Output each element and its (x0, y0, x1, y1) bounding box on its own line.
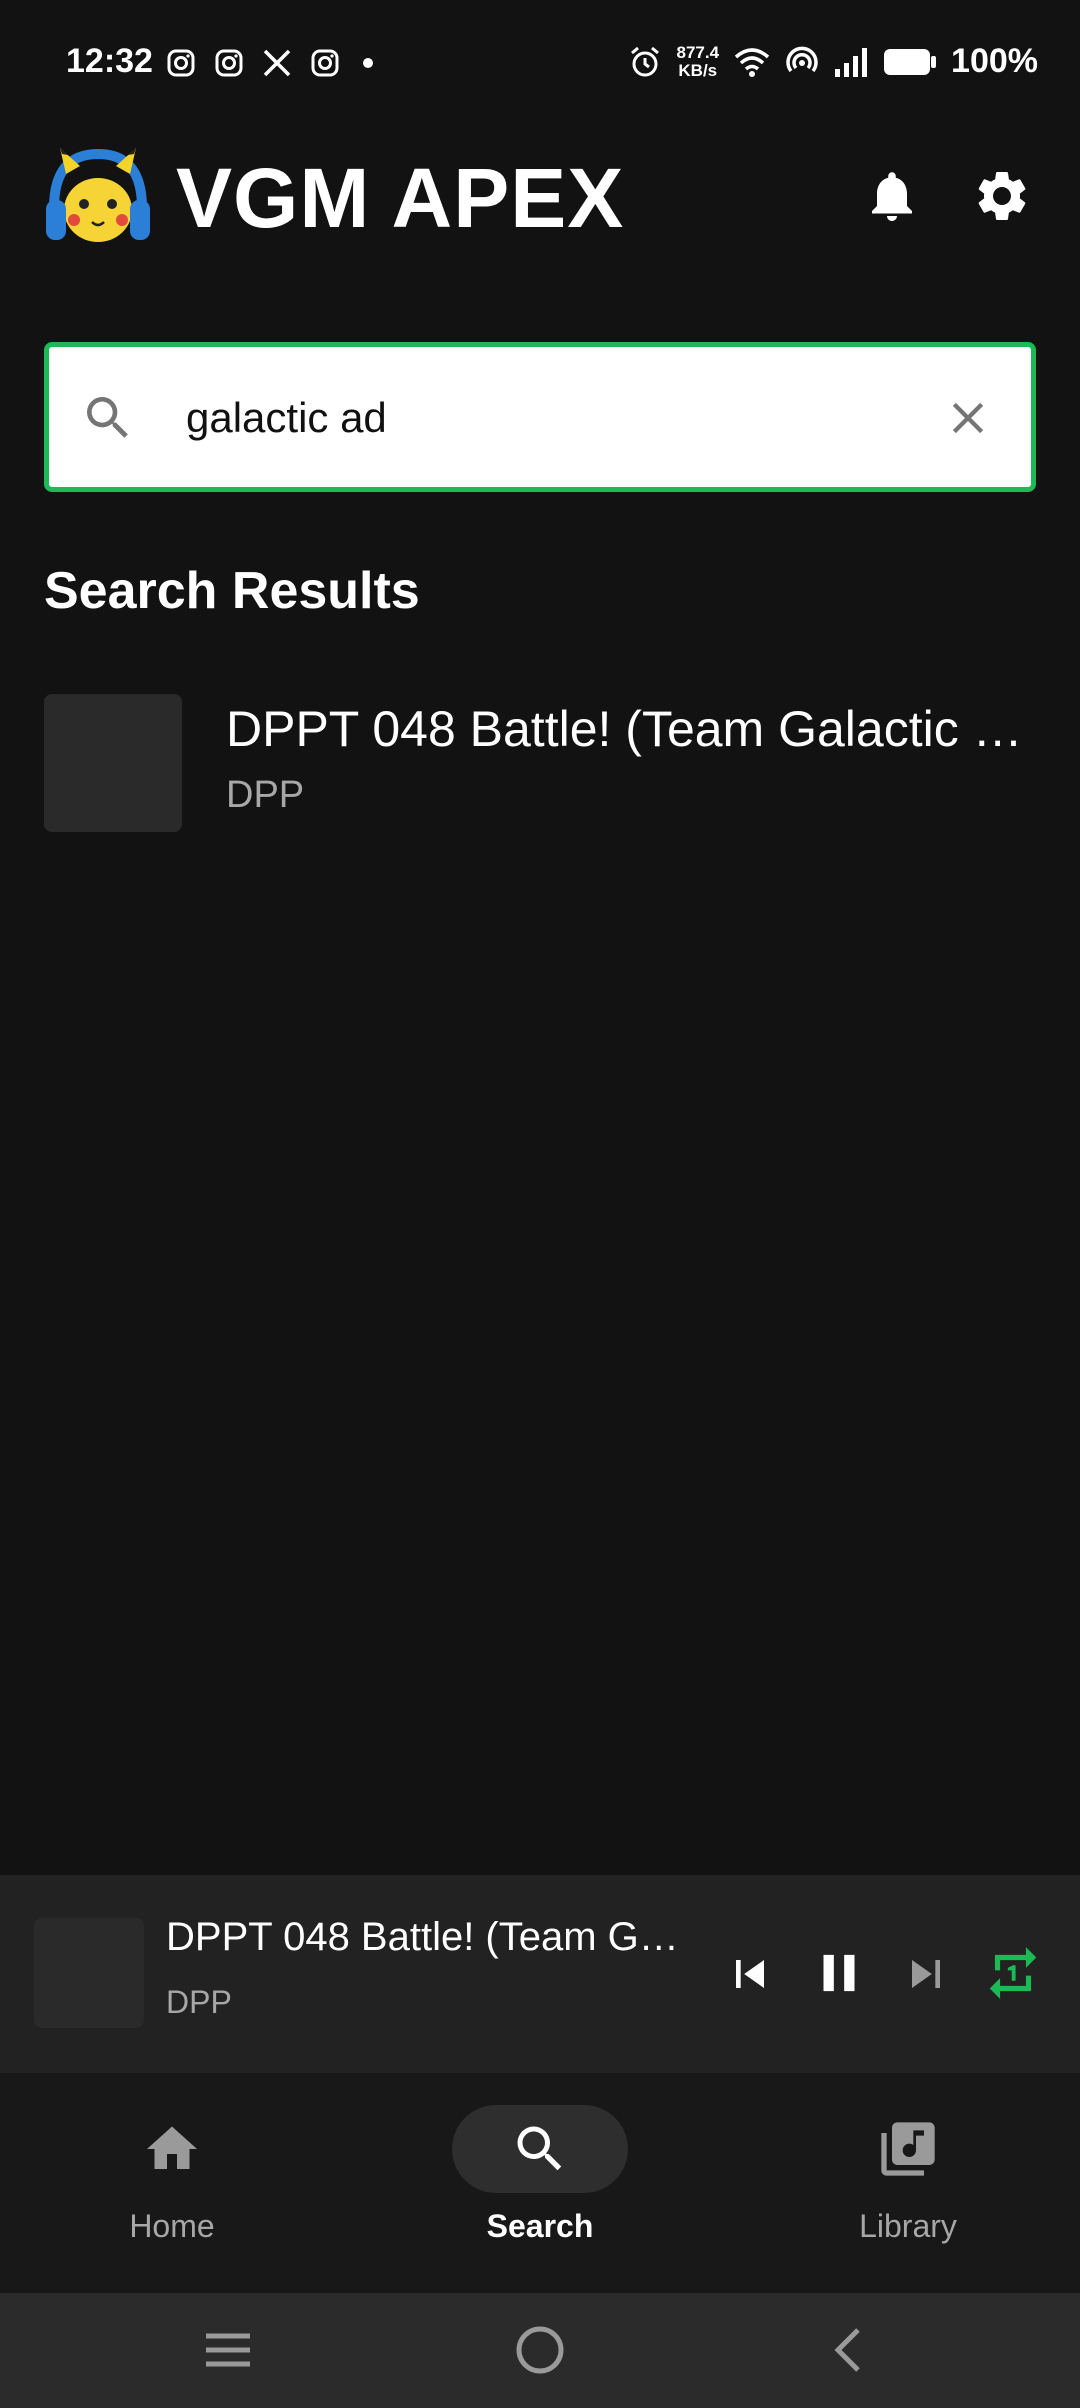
instagram-icon (167, 49, 195, 77)
signal-icon (835, 47, 868, 77)
network-speed: 877.4 KB/s (676, 42, 720, 80)
x-icon (263, 49, 291, 77)
nav-label-search: Search (486, 2208, 594, 2244)
next-button[interactable] (898, 1946, 954, 2007)
settings-button[interactable] (972, 166, 1032, 226)
circle-icon (516, 2326, 564, 2374)
home-icon (147, 2126, 197, 2169)
result-title: DPPT 048 Battle! (Team Galactic … (226, 701, 1023, 757)
search-icon (80, 390, 136, 451)
hotspot-icon (786, 46, 818, 72)
mini-player-title: DPPT 048 Battle! (Team Gala… (166, 1915, 686, 1959)
library-music-icon (881, 2122, 935, 2176)
app-logo (44, 144, 152, 252)
nav-label-library: Library (859, 2208, 957, 2244)
mini-player-subtitle: DPP (166, 1984, 232, 2020)
gear-icon (978, 172, 1026, 220)
search-results-heading: Search Results (44, 562, 420, 620)
back-system-button[interactable] (822, 2322, 878, 2383)
instagram-icon (215, 49, 243, 77)
result-subtitle: DPP (226, 774, 305, 816)
search-input[interactable]: galactic ad (186, 392, 387, 444)
mini-player-thumbnail (34, 1918, 144, 2028)
nav-label-home: Home (129, 2208, 215, 2244)
clear-search-button[interactable] (942, 392, 994, 449)
status-time: 12:32 (66, 42, 153, 80)
wifi-icon (734, 47, 770, 77)
home-system-button[interactable] (512, 2322, 568, 2383)
notification-icons (166, 48, 378, 78)
alarm-icon (631, 46, 660, 76)
nav-item-search[interactable] (452, 2105, 628, 2193)
notifications-button[interactable] (862, 166, 922, 226)
repeat-button[interactable] (982, 1942, 1044, 2009)
menu-icon (206, 2333, 250, 2367)
chevron-left-icon (834, 2328, 860, 2372)
instagram-icon (311, 49, 339, 77)
track-thumbnail (44, 694, 182, 832)
app-title: VGM APEX (176, 151, 625, 245)
system-status-icons: 877.4 KB/s 100% (628, 42, 1038, 81)
dot-icon (363, 58, 373, 68)
pause-button[interactable] (808, 1942, 870, 2009)
battery-percent: 100% (951, 42, 1038, 80)
skip-next-icon (912, 1960, 940, 1988)
recents-button[interactable] (200, 2322, 256, 2383)
bell-icon (872, 172, 912, 221)
skip-previous-icon (736, 1960, 764, 1988)
close-icon (952, 402, 984, 434)
pause-icon (823, 1954, 855, 1992)
battery-icon (884, 48, 937, 75)
previous-button[interactable] (722, 1946, 778, 2007)
repeat-one-icon (989, 1947, 1037, 1999)
search-icon (517, 2126, 562, 2171)
